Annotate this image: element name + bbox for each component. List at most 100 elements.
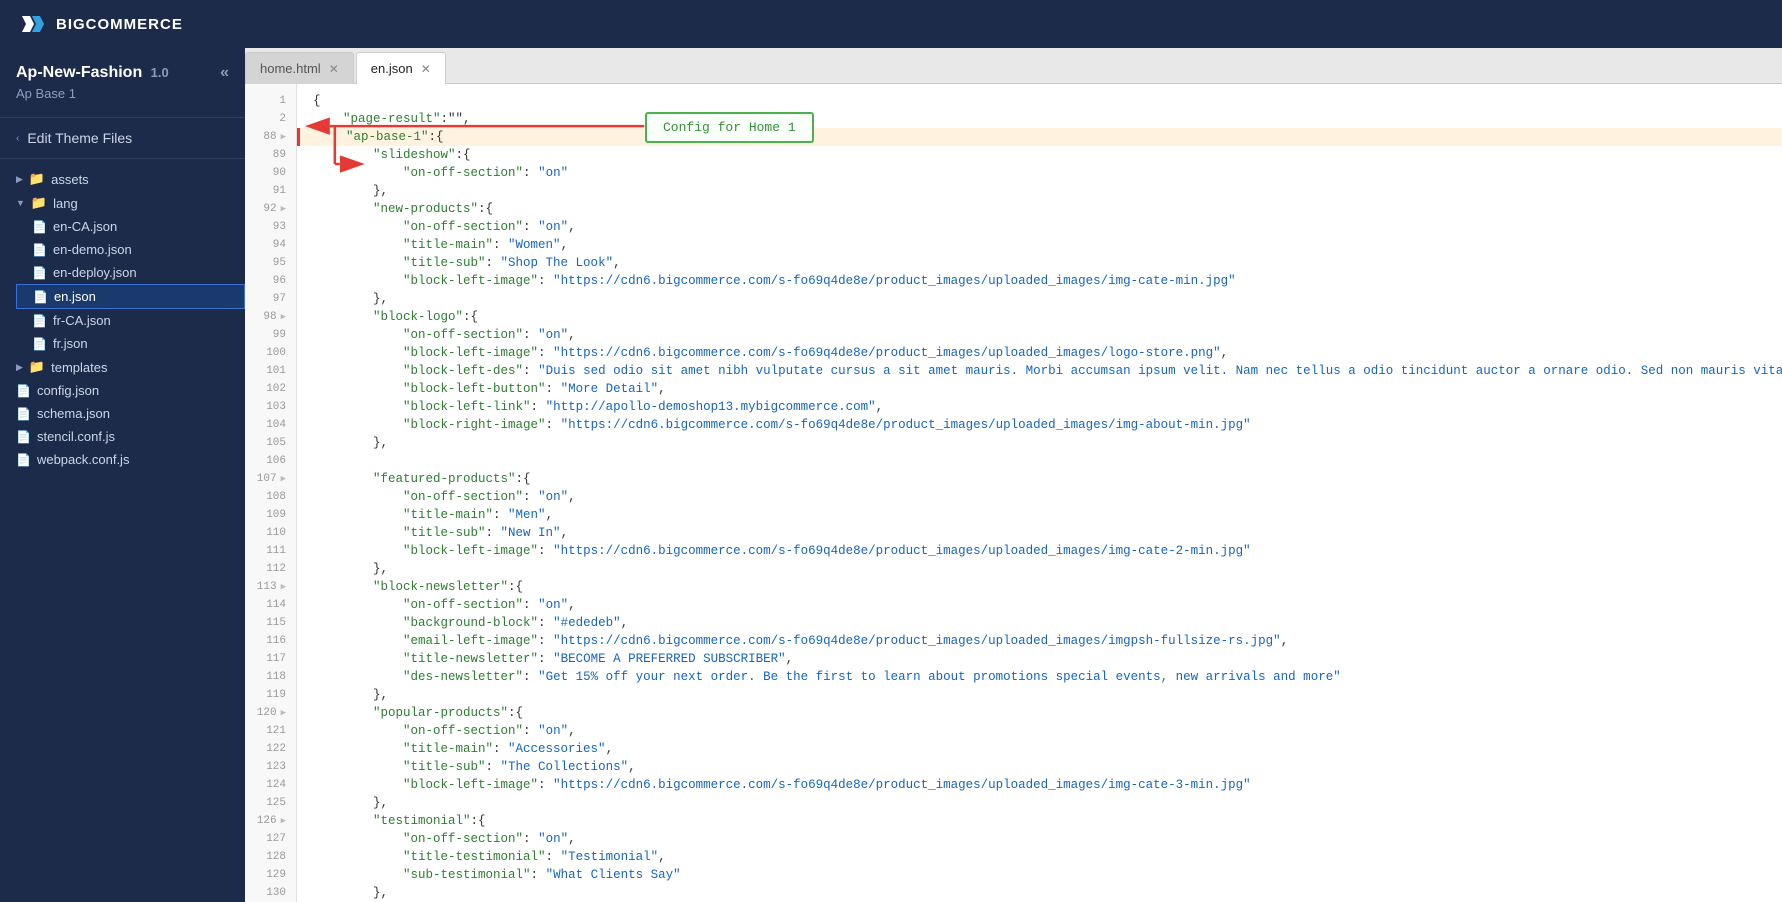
code-line-110: "title-sub": "New In", bbox=[297, 524, 1782, 542]
line-number-96: 96 bbox=[245, 272, 296, 290]
tab-en-json-close[interactable]: ✕ bbox=[421, 63, 431, 75]
en-ca-json-label: en-CA.json bbox=[53, 219, 117, 234]
en-json-label: en.json bbox=[54, 289, 96, 304]
sidebar-item-en-deploy-json[interactable]: 📄 en-deploy.json bbox=[16, 261, 245, 284]
line-number-121: 121 bbox=[245, 722, 296, 740]
code-line-111: "block-left-image": "https://cdn6.bigcom… bbox=[297, 542, 1782, 560]
code-line-112: }, bbox=[297, 560, 1782, 578]
line-number-93: 93 bbox=[245, 218, 296, 236]
code-line-120: "popular-products":{ bbox=[297, 704, 1782, 722]
theme-name-label: Ap-New-Fashion 1.0 bbox=[16, 64, 169, 82]
file-icon-fr: 📄 bbox=[32, 337, 47, 351]
edit-theme-section: ‹ Edit Theme Files bbox=[0, 118, 245, 159]
code-line-126: "testimonial":{ bbox=[297, 812, 1782, 830]
code-line-105: }, bbox=[297, 434, 1782, 452]
tab-home-html-close[interactable]: ✕ bbox=[329, 63, 339, 75]
tab-en-json[interactable]: en.json ✕ bbox=[356, 52, 446, 84]
en-deploy-json-label: en-deploy.json bbox=[53, 265, 137, 280]
line-number-109: 109 bbox=[245, 506, 296, 524]
code-line-121: "on-off-section": "on", bbox=[297, 722, 1782, 740]
tab-bar: home.html ✕ en.json ✕ bbox=[245, 48, 1782, 84]
line-number-107: 107▶ bbox=[245, 470, 296, 488]
sidebar-item-assets[interactable]: ▶ 📁 assets bbox=[0, 167, 245, 191]
edit-theme-text: Edit Theme Files bbox=[27, 130, 132, 146]
code-line-123: "title-sub": "The Collections", bbox=[297, 758, 1782, 776]
sidebar-item-fr-json[interactable]: 📄 fr.json bbox=[16, 332, 245, 355]
line-number-125: 125 bbox=[245, 794, 296, 812]
config-json-label: config.json bbox=[37, 383, 99, 398]
code-line-98: "block-logo":{ bbox=[297, 308, 1782, 326]
sidebar-item-stencil-conf[interactable]: 📄 stencil.conf.js bbox=[0, 425, 245, 448]
lang-children: 📄 en-CA.json 📄 en-demo.json 📄 en-deploy.… bbox=[16, 215, 245, 355]
code-line-88: "ap-base-1":{ bbox=[297, 128, 1782, 146]
sidebar-item-en-json[interactable]: 📄 en.json bbox=[16, 284, 245, 309]
code-line-1: { bbox=[297, 92, 1782, 110]
stencil-conf-label: stencil.conf.js bbox=[37, 429, 115, 444]
code-line-116: "email-left-image": "https://cdn6.bigcom… bbox=[297, 632, 1782, 650]
code-content[interactable]: { "page-result":"", "ap-base-1":{ "slide… bbox=[297, 84, 1782, 902]
line-number-110: 110 bbox=[245, 524, 296, 542]
webpack-conf-label: webpack.conf.js bbox=[37, 452, 130, 467]
line-number-128: 128 bbox=[245, 848, 296, 866]
logo-text: BIGCOMMERCE bbox=[56, 16, 183, 33]
tab-en-json-label: en.json bbox=[371, 61, 413, 76]
file-icon-en-deploy: 📄 bbox=[32, 266, 47, 280]
code-line-2: "page-result":"", bbox=[297, 110, 1782, 128]
code-line-127: "on-off-section": "on", bbox=[297, 830, 1782, 848]
code-line-108: "on-off-section": "on", bbox=[297, 488, 1782, 506]
code-line-103: "block-left-link": "http://apollo-demosh… bbox=[297, 398, 1782, 416]
line-number-126: 126▶ bbox=[245, 812, 296, 830]
line-number-118: 118 bbox=[245, 668, 296, 686]
edit-theme-chevron: ‹ bbox=[16, 133, 19, 144]
code-line-122: "title-main": "Accessories", bbox=[297, 740, 1782, 758]
sidebar-item-en-ca-json[interactable]: 📄 en-CA.json bbox=[16, 215, 245, 238]
sidebar: Ap-New-Fashion 1.0 « Ap Base 1 ‹ Edit Th… bbox=[0, 48, 245, 902]
sidebar-item-config-json[interactable]: 📄 config.json bbox=[0, 379, 245, 402]
line-number-130: 130 bbox=[245, 884, 296, 902]
theme-base: Ap Base 1 bbox=[16, 86, 229, 101]
sidebar-item-templates[interactable]: ▶ 📁 templates bbox=[0, 355, 245, 379]
editor-area: home.html ✕ en.json ✕ Config for Home 1 bbox=[245, 48, 1782, 902]
line-number-101: 101 bbox=[245, 362, 296, 380]
sidebar-item-schema-json[interactable]: 📄 schema.json bbox=[0, 402, 245, 425]
line-number-89: 89 bbox=[245, 146, 296, 164]
line-number-97: 97 bbox=[245, 290, 296, 308]
code-line-107: "featured-products":{ bbox=[297, 470, 1782, 488]
code-editor: Config for Home 1 1288▶89909192▶939495 bbox=[245, 84, 1782, 902]
sidebar-item-en-demo-json[interactable]: 📄 en-demo.json bbox=[16, 238, 245, 261]
sidebar-item-webpack-conf[interactable]: 📄 webpack.conf.js bbox=[0, 448, 245, 471]
file-icon-en-ca: 📄 bbox=[32, 220, 47, 234]
fr-json-label: fr.json bbox=[53, 336, 88, 351]
line-number-104: 104 bbox=[245, 416, 296, 434]
file-icon-stencil: 📄 bbox=[16, 430, 31, 444]
line-number-113: 113▶ bbox=[245, 578, 296, 596]
line-number-88: 88▶ bbox=[245, 128, 296, 146]
code-line-96: "block-left-image": "https://cdn6.bigcom… bbox=[297, 272, 1782, 290]
code-line-106 bbox=[297, 452, 1782, 470]
code-line-95: "title-sub": "Shop The Look", bbox=[297, 254, 1782, 272]
file-icon-webpack: 📄 bbox=[16, 453, 31, 467]
line-number-111: 111 bbox=[245, 542, 296, 560]
line-number-1: 1 bbox=[245, 92, 296, 110]
code-line-129: "sub-testimonial": "What Clients Say" bbox=[297, 866, 1782, 884]
edit-theme-label[interactable]: ‹ Edit Theme Files bbox=[16, 130, 229, 146]
line-number-91: 91 bbox=[245, 182, 296, 200]
file-icon-schema: 📄 bbox=[16, 407, 31, 421]
code-line-124: "block-left-image": "https://cdn6.bigcom… bbox=[297, 776, 1782, 794]
line-numbers: 1288▶89909192▶939495969798▶9910010110210… bbox=[245, 84, 297, 902]
tab-home-html[interactable]: home.html ✕ bbox=[245, 52, 354, 84]
line-number-129: 129 bbox=[245, 866, 296, 884]
code-line-100: "block-left-image": "https://cdn6.bigcom… bbox=[297, 344, 1782, 362]
code-line-109: "title-main": "Men", bbox=[297, 506, 1782, 524]
collapse-sidebar-button[interactable]: « bbox=[220, 64, 229, 82]
header: BIGCOMMERCE bbox=[0, 0, 1782, 48]
line-number-102: 102 bbox=[245, 380, 296, 398]
code-line-113: "block-newsletter":{ bbox=[297, 578, 1782, 596]
code-line-104: "block-right-image": "https://cdn6.bigco… bbox=[297, 416, 1782, 434]
sidebar-item-fr-ca-json[interactable]: 📄 fr-CA.json bbox=[16, 309, 245, 332]
annotation-box: Config for Home 1 bbox=[645, 112, 814, 143]
sidebar-item-lang[interactable]: ▼ 📁 lang bbox=[0, 191, 245, 215]
folder-icon-lang: 📁 bbox=[31, 195, 47, 211]
templates-label: templates bbox=[51, 360, 107, 375]
tab-home-html-label: home.html bbox=[260, 61, 321, 76]
